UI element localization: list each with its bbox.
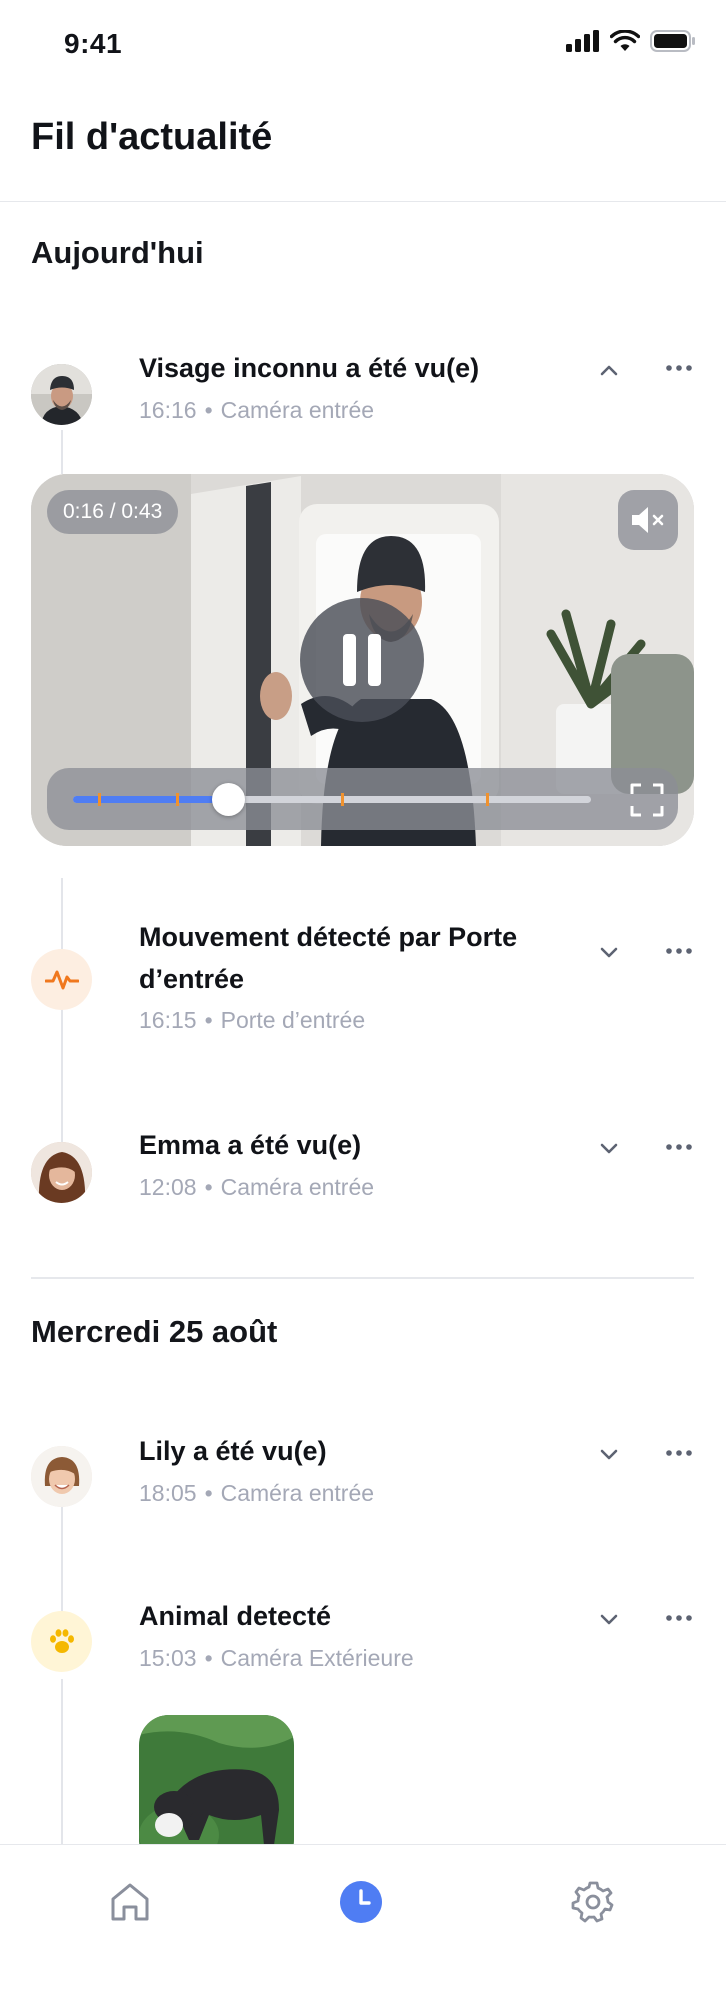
- more-options-button[interactable]: [662, 936, 696, 966]
- more-options-button[interactable]: [662, 1132, 696, 1162]
- video-event-marker[interactable]: [486, 793, 490, 806]
- event-meta: 18:05 • Caméra entrée: [139, 1480, 374, 1507]
- chevron-up-icon: [600, 365, 618, 376]
- video-timecode: 0:16 / 0:43: [47, 490, 179, 534]
- more-horizontal-icon: [666, 1615, 692, 1621]
- event-title: Mouvement détecté par Porte d’entrée: [139, 922, 518, 994]
- event-meta: 16:16 • Caméra entrée: [139, 397, 374, 424]
- tab-bar: [0, 1844, 726, 2000]
- fullscreen-icon[interactable]: [630, 783, 664, 817]
- battery-icon: [650, 30, 695, 52]
- meta-separator: •: [204, 1007, 213, 1033]
- tab-activity[interactable]: [336, 1877, 386, 1927]
- section-title-wednesday: Mercredi 25 août: [31, 1314, 278, 1349]
- wifi-icon: [610, 30, 640, 51]
- event-time: 15:03: [139, 1645, 197, 1671]
- event-source: Caméra entrée: [220, 1174, 375, 1200]
- collapse-button[interactable]: [594, 355, 624, 385]
- pause-icon: [343, 634, 381, 686]
- expand-button[interactable]: [594, 1605, 624, 1635]
- video-scrubber-knob[interactable]: [212, 783, 246, 816]
- cellular-signal-icon: [566, 30, 599, 52]
- status-bar: 9:41: [0, 0, 726, 90]
- timeline-connector: [61, 878, 63, 1164]
- pause-button[interactable]: [300, 598, 424, 722]
- emma-avatar: [31, 1142, 92, 1203]
- meta-separator: •: [204, 1645, 213, 1671]
- gear-icon: [571, 1881, 614, 1923]
- meta-separator: •: [204, 1174, 213, 1200]
- more-options-button[interactable]: [662, 1438, 696, 1468]
- event-meta: 15:03 • Caméra Extérieure: [139, 1645, 414, 1672]
- more-horizontal-icon: [666, 1450, 692, 1456]
- meta-separator: •: [204, 1480, 213, 1506]
- event-title: Animal detecté: [139, 1601, 332, 1631]
- meta-separator: •: [204, 397, 213, 423]
- video-controls: [47, 768, 678, 830]
- video-progress-fill: [73, 796, 229, 803]
- more-horizontal-icon: [666, 365, 692, 371]
- home-icon: [111, 1883, 149, 1921]
- event-title: Lily a été vu(e): [139, 1436, 327, 1466]
- video-scrubber[interactable]: [73, 783, 591, 816]
- section-divider: [31, 1277, 694, 1279]
- section-title-today: Aujourd'hui: [31, 235, 204, 270]
- event-source: Porte d’entrée: [220, 1007, 366, 1033]
- mute-button[interactable]: [618, 490, 678, 550]
- unknown-face-avatar: [31, 364, 92, 425]
- event-title: Visage inconnu a été vu(e): [139, 353, 480, 383]
- event-source: Caméra entrée: [220, 1480, 375, 1506]
- event-meta: 16:15 • Porte d’entrée: [139, 1007, 365, 1034]
- event-time: 16:16: [139, 397, 197, 423]
- tab-home[interactable]: [105, 1877, 155, 1927]
- chevron-down-icon: [600, 1614, 618, 1625]
- more-horizontal-icon: [666, 948, 692, 954]
- event-time: 12:08: [139, 1174, 197, 1200]
- video-event-marker[interactable]: [341, 793, 345, 806]
- expand-button[interactable]: [594, 1440, 624, 1470]
- timeline-connector: [61, 430, 63, 474]
- event-title: Emma a été vu(e): [139, 1130, 362, 1160]
- page-header: Fil d'actualité: [0, 90, 726, 202]
- timeline-connector: [61, 1505, 63, 1625]
- event-source: Caméra entrée: [220, 397, 375, 423]
- lily-avatar: [31, 1446, 92, 1507]
- video-player[interactable]: 0:16 / 0:43: [31, 474, 694, 846]
- more-options-button[interactable]: [662, 1603, 696, 1633]
- event-source: Caméra Extérieure: [220, 1645, 414, 1671]
- event-meta: 12:08 • Caméra entrée: [139, 1174, 374, 1201]
- expand-button[interactable]: [594, 1134, 624, 1164]
- status-icons: [566, 30, 696, 52]
- video-event-marker[interactable]: [97, 793, 101, 806]
- activity-feed[interactable]: Aujourd'hui Visage inconnu a été vu(e) 1…: [0, 202, 726, 1844]
- expand-button[interactable]: [594, 938, 624, 968]
- event-time: 18:05: [139, 1480, 197, 1506]
- dog-thumbnail[interactable]: [139, 1715, 294, 1844]
- more-horizontal-icon: [666, 1144, 692, 1150]
- motion-icon: [31, 949, 92, 1010]
- chevron-down-icon: [600, 1143, 618, 1154]
- timeline-connector: [61, 1679, 63, 1844]
- paw-icon: [31, 1611, 92, 1672]
- chevron-down-icon: [600, 947, 618, 958]
- tab-settings[interactable]: [568, 1877, 618, 1927]
- page-title: Fil d'actualité: [31, 116, 273, 158]
- status-time: 9:41: [64, 28, 123, 59]
- chevron-down-icon: [600, 1449, 618, 1460]
- more-options-button[interactable]: [662, 353, 696, 383]
- clock-icon: [340, 1881, 382, 1923]
- video-event-marker[interactable]: [175, 793, 179, 806]
- event-time: 16:15: [139, 1007, 197, 1033]
- speaker-muted-icon: [632, 507, 664, 533]
